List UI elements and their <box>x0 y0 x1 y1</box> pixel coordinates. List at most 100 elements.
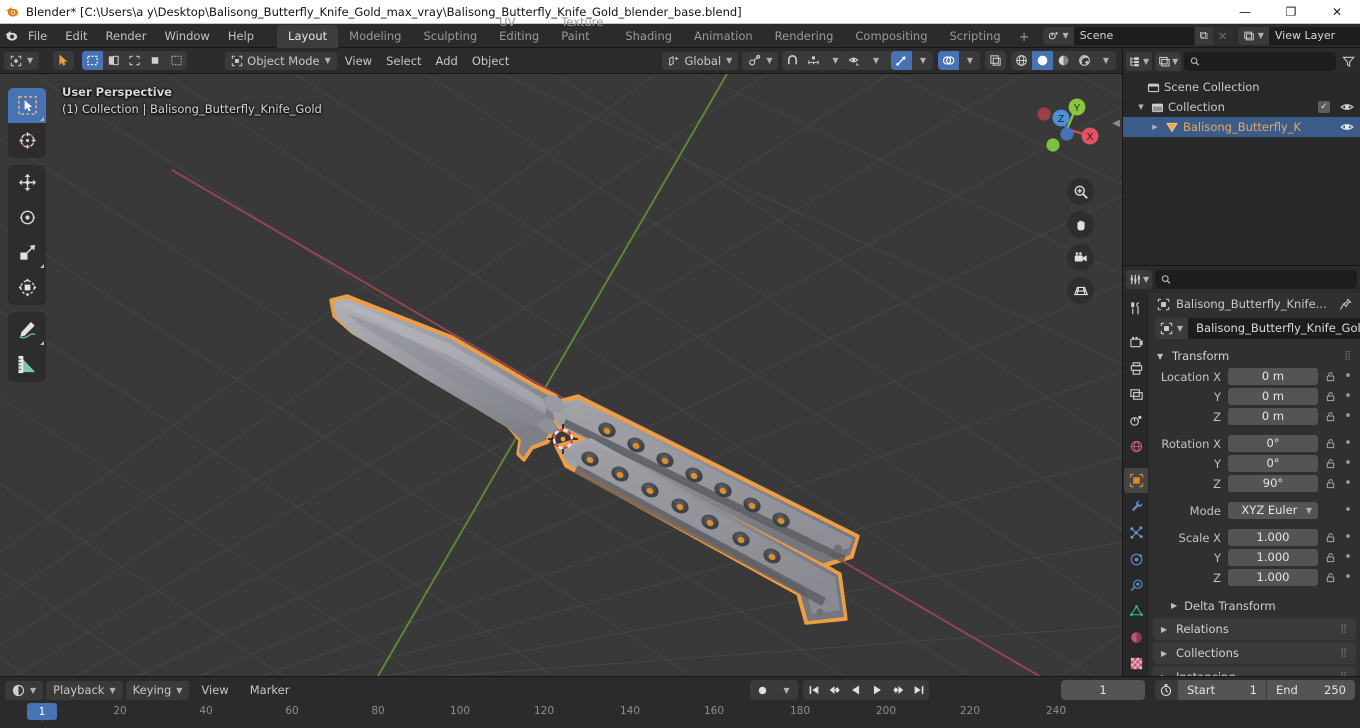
location-z-row[interactable]: Z 0 m • <box>1149 407 1354 426</box>
show-overlays-icon[interactable] <box>938 51 959 70</box>
filter-icon[interactable] <box>1339 55 1357 68</box>
object-name-field[interactable]: Balisong_Butterfly_Knife_Gold <box>1188 318 1360 339</box>
expand-arrow-object[interactable]: ▶ <box>1149 123 1161 131</box>
timeline-menu-view[interactable]: View <box>192 681 237 700</box>
select-extend-icon[interactable] <box>103 51 124 70</box>
rendered-icon[interactable] <box>1074 51 1095 70</box>
tool-measure[interactable] <box>8 347 46 382</box>
workspace-tab-animation[interactable]: Animation <box>683 25 764 48</box>
viewport-menu-object[interactable]: Object <box>466 52 515 70</box>
expand-arrow-collection[interactable]: ▼ <box>1135 103 1147 111</box>
drag-handle-icon[interactable]: ⣿ <box>1340 672 1348 676</box>
outliner-editor-type-button[interactable]: ▼ <box>1126 51 1153 71</box>
next-keyframe-icon[interactable] <box>887 680 908 700</box>
zoom-icon[interactable] <box>1067 178 1094 205</box>
sidebar-collapse-arrow-icon[interactable]: ◀ <box>1112 118 1120 129</box>
jump-end-icon[interactable] <box>908 680 929 700</box>
navigation-gizmo[interactable]: X Y Z <box>1028 90 1106 168</box>
lock-icon[interactable] <box>1323 411 1337 422</box>
animate-property-dot[interactable]: • <box>1342 390 1354 403</box>
close-button[interactable]: ✕ <box>1314 0 1360 24</box>
animate-property-dot[interactable]: • <box>1342 477 1354 490</box>
scale-y-row[interactable]: Y 1.000 • <box>1149 548 1354 567</box>
shading-chevron-icon[interactable]: ▼ <box>1095 51 1116 70</box>
rotation-z-row[interactable]: Z 90° • <box>1149 474 1354 493</box>
tool-cursor[interactable] <box>8 123 46 158</box>
tool-rotate[interactable] <box>8 200 46 235</box>
eye-icon[interactable] <box>1340 100 1354 114</box>
transform-panel-header[interactable]: ▼ Transform ⣿ <box>1149 345 1360 367</box>
outliner-search-field[interactable] <box>1205 54 1330 68</box>
lock-icon[interactable] <box>1323 371 1337 382</box>
play-icon[interactable] <box>866 680 887 700</box>
object-mode-selector[interactable]: Object Mode ▼ <box>225 51 337 70</box>
current-frame-field[interactable]: 1 <box>1061 680 1145 700</box>
lock-icon[interactable] <box>1323 438 1337 449</box>
tool-annotate[interactable] <box>8 312 46 347</box>
view-layer-icon[interactable]: ▼ <box>1237 26 1269 45</box>
scale-z-field[interactable]: 1.000 <box>1228 569 1318 586</box>
workspace-tab-modeling[interactable]: Modeling <box>338 25 412 48</box>
collection-checkbox[interactable]: ✓ <box>1318 101 1330 113</box>
auto-keying-chevron-icon[interactable]: ▼ <box>774 680 798 700</box>
pin-icon[interactable] <box>1339 297 1352 311</box>
end-frame-field[interactable]: End 250 <box>1267 680 1355 700</box>
scale-z-row[interactable]: Z 1.000 • <box>1149 568 1354 587</box>
snap-pivot-selector[interactable]: ▼ <box>742 51 779 70</box>
location-z-field[interactable]: 0 m <box>1228 408 1318 425</box>
playhead[interactable]: 1 <box>27 703 57 720</box>
rotation-y-row[interactable]: Y 0° • <box>1149 454 1354 473</box>
lock-icon[interactable] <box>1323 458 1337 469</box>
texture-tab-icon[interactable] <box>1124 651 1148 676</box>
particles-tab-icon[interactable] <box>1124 520 1148 545</box>
instancing-panel[interactable]: ▶ Instancing ⣿ <box>1153 666 1356 676</box>
editor-type-button[interactable]: ▼ <box>4 51 40 70</box>
animate-property-dot[interactable]: • <box>1342 551 1354 564</box>
lock-icon[interactable] <box>1323 532 1337 543</box>
object-datablock-row[interactable]: ▼ Balisong_Butterfly_Knife_Gold <box>1155 318 1360 339</box>
scene-name[interactable]: Scene <box>1073 26 1194 45</box>
properties-editor-type-button[interactable]: ▼ <box>1126 269 1153 289</box>
stopwatch-icon[interactable] <box>1155 680 1177 700</box>
timeline-ruler[interactable]: 20 40 60 80 100 120 140 160 180 200 220 … <box>0 703 1360 721</box>
constraints-tab-icon[interactable] <box>1124 573 1148 598</box>
scale-y-field[interactable]: 1.000 <box>1228 549 1318 566</box>
tool-transform[interactable] <box>8 270 46 305</box>
blender-menu-icon[interactable] <box>4 28 19 43</box>
rotation-x-row[interactable]: Rotation X 0° • <box>1149 434 1354 453</box>
gizmo-chevron-icon[interactable]: ▼ <box>912 51 933 70</box>
rotation-z-field[interactable]: 90° <box>1228 475 1318 492</box>
drag-handle-icon[interactable]: ⣿ <box>1344 351 1352 361</box>
rotation-mode-row[interactable]: Mode XYZ Euler ▼ • <box>1149 501 1354 520</box>
menu-window[interactable]: Window <box>155 26 218 46</box>
start-frame-field[interactable]: Start 1 <box>1178 680 1266 700</box>
drag-handle-icon[interactable]: ⣿ <box>1340 648 1348 658</box>
relations-panel[interactable]: ▶ Relations ⣿ <box>1153 618 1356 640</box>
snap-options-chevron-icon[interactable]: ▼ <box>824 51 845 70</box>
scene-tab-icon[interactable] <box>1124 408 1148 433</box>
rotation-y-field[interactable]: 0° <box>1228 455 1318 472</box>
location-x-field[interactable]: 0 m <box>1228 368 1318 385</box>
select-intersect-icon[interactable] <box>145 51 166 70</box>
animate-property-dot[interactable]: • <box>1342 504 1354 517</box>
jump-start-icon[interactable] <box>803 680 824 700</box>
wireframe-icon[interactable] <box>1011 51 1032 70</box>
workspace-tab-shading[interactable]: Shading <box>614 25 683 48</box>
location-x-row[interactable]: Location X 0 m • <box>1149 367 1354 386</box>
tool-select-box[interactable] <box>8 88 46 123</box>
object-datablock-icon[interactable]: ▼ <box>1155 318 1189 339</box>
transform-orientation-selector[interactable]: Global ▼ <box>662 51 739 70</box>
animate-property-dot[interactable]: • <box>1342 571 1354 584</box>
animate-property-dot[interactable]: • <box>1342 531 1354 544</box>
maximize-button[interactable]: ❐ <box>1268 0 1314 24</box>
output-tab-icon[interactable] <box>1124 356 1148 381</box>
object-tab-icon[interactable] <box>1124 468 1148 494</box>
tool-scale[interactable] <box>8 235 46 270</box>
workspace-tab-compositing[interactable]: Compositing <box>844 25 938 48</box>
animate-property-dot[interactable]: • <box>1342 457 1354 470</box>
workspace-tab-uv-editing[interactable]: UV Editing <box>488 11 550 48</box>
3d-viewport[interactable]: User Perspective (1) Collection | Baliso… <box>0 74 1122 676</box>
material-tab-icon[interactable] <box>1124 625 1148 650</box>
add-workspace-button[interactable]: + <box>1012 27 1037 48</box>
viewport-menu-add[interactable]: Add <box>430 52 464 70</box>
